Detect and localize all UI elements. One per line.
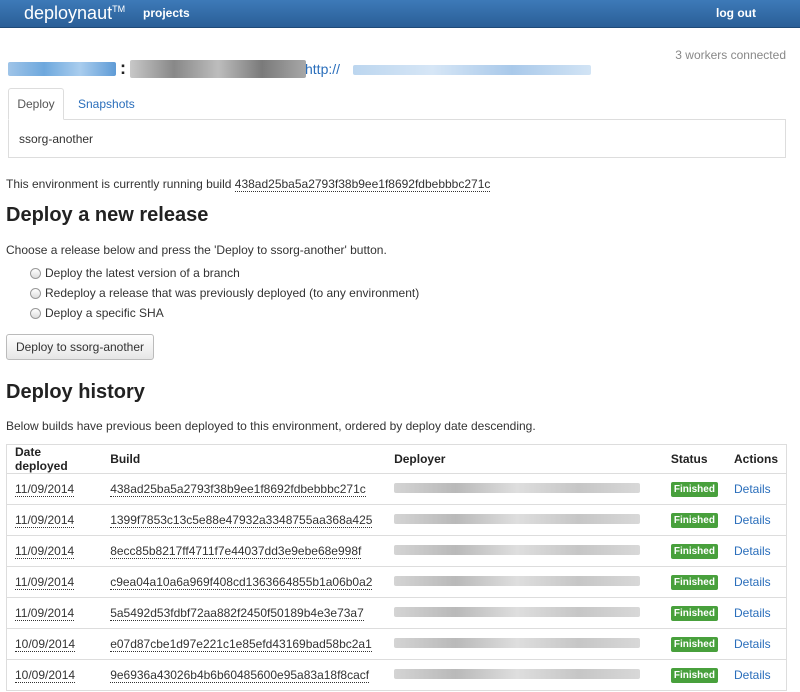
nav-projects-link[interactable]: projects — [143, 6, 190, 20]
tabs: Deploy Snapshots ssorg-another — [8, 88, 786, 158]
tab-panel-text: ssorg-another — [19, 132, 94, 146]
brand-trademark: TM — [112, 4, 126, 14]
build-sha-link[interactable]: e07d87cbe1d97e221c1e85efd43169bad58bc2a1 — [110, 637, 372, 652]
deploy-date: 10/09/2014 — [15, 668, 76, 683]
status-badge: Finished — [670, 606, 718, 621]
deploy-date: 11/09/2014 — [15, 544, 75, 559]
environment-title: : http:// — [8, 58, 608, 80]
brand-name: deploynaut — [24, 3, 113, 23]
build-sha-link[interactable]: 1399f7853c13c5e88e47932a3348755aa368a425 — [110, 513, 373, 528]
running-build: This environment is currently running bu… — [6, 177, 491, 192]
running-build-label: This environment is currently running bu… — [6, 177, 235, 191]
table-row: 11/09/2014 438ad25ba5a2793f38b9ee1f8692f… — [6, 473, 787, 505]
environment-url-redacted[interactable] — [353, 65, 591, 75]
radio-button[interactable] — [30, 267, 41, 279]
build-sha-link[interactable]: 9e6936a43026b4b6b60485600e95a83a18f8cacf — [110, 668, 370, 683]
navbar: deploynautTM projects log out — [0, 0, 800, 28]
deploy-history-table: Date deployed Build Deployer Status Acti… — [6, 444, 787, 691]
deployer-redacted — [394, 514, 641, 524]
deployer-redacted — [394, 669, 641, 679]
brand-logo[interactable]: deploynautTM — [24, 3, 125, 24]
deploy-date: 11/09/2014 — [15, 482, 75, 497]
project-name-redacted — [8, 62, 116, 76]
deploy-date: 11/09/2014 — [15, 575, 75, 590]
radio-button[interactable] — [30, 287, 41, 299]
history-description: Below builds have previous been deployed… — [6, 419, 536, 433]
details-link[interactable]: Details — [734, 513, 771, 527]
deployer-redacted — [394, 545, 641, 555]
column-date: Date deployed — [6, 444, 103, 474]
column-actions: Actions — [725, 444, 787, 474]
running-build-sha[interactable]: 438ad25ba5a2793f38b9ee1f8692fdbebbbc271c — [234, 177, 491, 192]
build-sha-link[interactable]: 5a5492d53fdbf72aa882f2450f50189b4e3e73a7 — [110, 606, 364, 621]
history-heading: Deploy history — [6, 381, 145, 403]
table-row: 11/09/2014 c9ea04a10a6a969f408cd13636648… — [6, 566, 787, 598]
build-sha-link[interactable]: 438ad25ba5a2793f38b9ee1f8692fdbebbbc271c — [110, 482, 366, 497]
status-badge: Finished — [670, 575, 718, 590]
column-build: Build — [102, 444, 387, 474]
deploy-button[interactable]: Deploy to ssorg-another — [6, 334, 154, 360]
tab-deploy[interactable]: Deploy — [8, 88, 64, 120]
option-label: Redeploy a release that was previously d… — [45, 286, 420, 300]
deploy-heading: Deploy a new release — [6, 204, 209, 226]
environment-name-redacted — [130, 60, 306, 78]
status-badge: Finished — [670, 482, 718, 497]
deploy-date: 11/09/2014 — [15, 513, 75, 528]
workers-status: 3 workers connected — [675, 48, 786, 62]
deploy-instructions: Choose a release below and press the 'De… — [6, 243, 387, 257]
logout-link[interactable]: log out — [716, 6, 756, 20]
table-row: 10/09/2014 9e6936a43026b4b6b60485600e95a… — [6, 659, 787, 691]
option-label: Deploy the latest version of a branch — [45, 266, 240, 280]
table-row: 11/09/2014 8ecc85b8217ff4711f7e44037dd3e… — [6, 535, 787, 567]
build-sha-link[interactable]: 8ecc85b8217ff4711f7e44037dd3e9ebe68e998f — [110, 544, 362, 559]
details-link[interactable]: Details — [734, 544, 771, 558]
deployer-redacted — [394, 483, 641, 493]
status-badge: Finished — [670, 544, 718, 559]
tab-snapshots[interactable]: Snapshots — [78, 97, 135, 111]
column-status: Status — [662, 444, 726, 474]
option-latest-branch[interactable]: Deploy the latest version of a branch — [30, 265, 240, 281]
details-link[interactable]: Details — [734, 637, 771, 651]
table-row: 11/09/2014 5a5492d53fdbf72aa882f2450f501… — [6, 597, 787, 629]
option-label: Deploy a specific SHA — [45, 306, 164, 320]
table-row: 10/09/2014 e07d87cbe1d97e221c1e85efd4316… — [6, 628, 787, 660]
table-row: 11/09/2014 1399f7853c13c5e88e47932a33487… — [6, 504, 787, 536]
option-specific-sha[interactable]: Deploy a specific SHA — [30, 305, 164, 321]
status-badge: Finished — [670, 637, 718, 652]
column-deployer: Deployer — [386, 444, 663, 474]
build-sha-link[interactable]: c9ea04a10a6a969f408cd1363664855b1a06b0a2 — [110, 575, 373, 590]
environment-url-link[interactable]: http:// — [305, 61, 340, 77]
deployer-redacted — [394, 607, 641, 617]
deployer-redacted — [394, 638, 641, 648]
deploy-date: 11/09/2014 — [15, 606, 75, 621]
deploy-date: 10/09/2014 — [15, 637, 76, 652]
option-redeploy-release[interactable]: Redeploy a release that was previously d… — [30, 285, 419, 301]
tab-panel: ssorg-another — [8, 119, 786, 158]
details-link[interactable]: Details — [734, 482, 771, 496]
radio-button[interactable] — [30, 307, 41, 319]
details-link[interactable]: Details — [734, 668, 771, 682]
status-badge: Finished — [670, 668, 718, 683]
table-header-row: Date deployed Build Deployer Status Acti… — [6, 444, 787, 474]
title-separator: : — [120, 58, 126, 78]
details-link[interactable]: Details — [734, 606, 771, 620]
deployer-redacted — [394, 576, 641, 586]
status-badge: Finished — [670, 513, 718, 528]
details-link[interactable]: Details — [734, 575, 771, 589]
